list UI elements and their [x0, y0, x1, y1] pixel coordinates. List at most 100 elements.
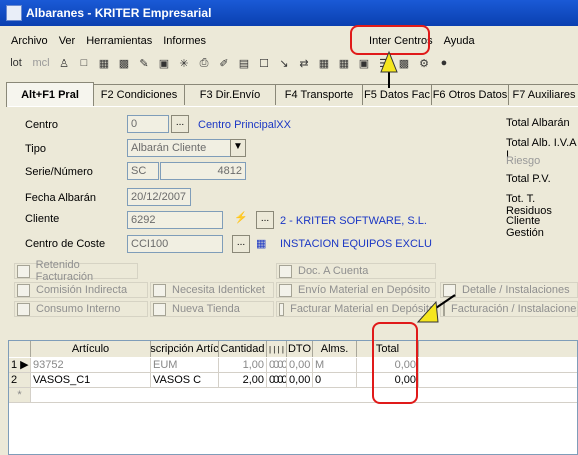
- bracket-icon[interactable]: □: [76, 55, 92, 71]
- cell-cantidad[interactable]: 2,00: [219, 373, 267, 387]
- comision-checkbox[interactable]: Comisión Indirecta: [14, 282, 148, 298]
- envio-deposito-checkbox[interactable]: Envío Material en Depósito: [276, 282, 436, 298]
- detalle-box: [443, 283, 456, 297]
- mcl-button[interactable]: mcl: [30, 55, 52, 71]
- necesita-box: [153, 283, 166, 297]
- facturacion-box: [443, 302, 445, 316]
- cliente-lookup-button[interactable]: ...: [256, 211, 274, 229]
- centro-lookup-button[interactable]: ...: [171, 115, 189, 133]
- lot-button[interactable]: lot: [6, 55, 26, 71]
- window-icon[interactable]: ▣: [356, 55, 372, 71]
- tipo-dropdown-button[interactable]: ▼: [230, 139, 246, 157]
- doc-cuenta-box: [279, 264, 292, 278]
- tab-condiciones[interactable]: F2 Condiciones: [93, 84, 185, 105]
- cell-cantidad[interactable]: 1,00: [219, 358, 267, 372]
- nueva-tienda-checkbox[interactable]: Nueva Tienda: [150, 301, 274, 317]
- serie-input[interactable]: SC: [127, 162, 159, 180]
- header-articulo[interactable]: Artículo: [31, 341, 151, 357]
- total-albaran-label: Total Albarán: [506, 117, 570, 129]
- centro-label: Centro: [25, 119, 59, 131]
- misc-icon[interactable]: ●: [436, 55, 452, 71]
- numero-input[interactable]: 4812: [160, 162, 246, 180]
- header-filler: [419, 341, 578, 357]
- arrow-icon[interactable]: ↘: [276, 55, 292, 71]
- fecha-input[interactable]: 20/12/2007: [127, 188, 191, 206]
- tab-otros-datos[interactable]: F6 Otros Datos: [431, 84, 509, 105]
- facturacion-checkbox[interactable]: Facturación / Instalaciones: [440, 301, 578, 317]
- tab-auxiliares[interactable]: F7 Auxiliares: [508, 84, 578, 105]
- coste-input[interactable]: CCI100: [127, 235, 223, 253]
- cell-mid: 0000: [269, 373, 287, 387]
- doc-cuenta-checkbox[interactable]: Doc. A Cuenta: [276, 263, 436, 279]
- tab-transporte[interactable]: F4 Transporte: [275, 84, 363, 105]
- header-descripcion[interactable]: scripción Artíc: [151, 341, 219, 357]
- doc-cuenta-label: Doc. A Cuenta: [298, 265, 369, 277]
- print-icon[interactable]: ⎙: [196, 55, 212, 71]
- consumo-checkbox[interactable]: Consumo Interno: [14, 301, 148, 317]
- grid-icon[interactable]: ▩: [116, 55, 132, 71]
- menu-archivo[interactable]: Archivo: [11, 35, 48, 47]
- header-alms[interactable]: Alms.: [313, 341, 357, 357]
- coste-lookup-button[interactable]: ...: [232, 235, 250, 253]
- cell-dto[interactable]: 0,00: [287, 373, 313, 387]
- calendar-grid-icon[interactable]: ▦: [256, 237, 266, 250]
- cell-descripcion[interactable]: EUM: [151, 358, 219, 372]
- preview-icon[interactable]: ▣: [156, 55, 172, 71]
- tipo-select[interactable]: Albarán Cliente: [127, 139, 235, 157]
- centro-input[interactable]: 0: [127, 115, 169, 133]
- box-icon[interactable]: ☐: [256, 55, 272, 71]
- comision-box: [17, 283, 30, 297]
- total-pv-label: Total P.V.: [506, 173, 551, 185]
- lines-grid[interactable]: Artículo scripción Artíc Cantidad | | | …: [8, 340, 578, 455]
- gear-icon[interactable]: ⚙: [416, 55, 432, 71]
- menu-ayuda[interactable]: Ayuda: [444, 35, 475, 47]
- header-mid-columns: | | | |: [267, 341, 287, 357]
- retenido-label: Retenido Facturación: [35, 259, 94, 283]
- star-icon[interactable]: ✳: [176, 55, 192, 71]
- cell-alms[interactable]: 0: [313, 373, 357, 387]
- menu-herramientas[interactable]: Herramientas: [86, 35, 152, 47]
- toolbar: lot mcl ♙ □ ▦ ▩ ✎ ▣ ✳ ⎙ ✐ ▤ ☐ ↘ ⇄ ▦ ▦ ▣ …: [0, 52, 578, 74]
- detalle-checkbox[interactable]: Detalle / Instalaciones: [440, 282, 578, 298]
- header-cantidad[interactable]: Cantidad: [219, 341, 267, 357]
- cell-articulo[interactable]: 93752: [31, 358, 151, 372]
- note-icon[interactable]: ▤: [236, 55, 252, 71]
- pencil-icon[interactable]: ✐: [216, 55, 232, 71]
- table-row[interactable]: 1 ▶ 93752 EUM 1,00 0000 0,00 M 0,00: [9, 358, 577, 373]
- tab-dir-envio[interactable]: F3 Dir.Envío: [184, 84, 276, 105]
- cell-mid: 0000: [269, 358, 287, 372]
- table-icon[interactable]: ▦: [96, 55, 112, 71]
- person-icon[interactable]: ♙: [56, 55, 72, 71]
- cell-articulo[interactable]: VASOS_C1: [31, 373, 151, 387]
- fecha-label: Fecha Albarán: [25, 192, 96, 204]
- cell-alms[interactable]: M: [313, 358, 357, 372]
- header-dto[interactable]: DTO: [287, 341, 313, 357]
- grid-header: Artículo scripción Artíc Cantidad | | | …: [9, 341, 577, 357]
- cell-descripcion[interactable]: VASOS C: [151, 373, 219, 387]
- retenido-checkbox[interactable]: Retenido Facturación: [14, 259, 138, 283]
- table-row[interactable]: 2 VASOS_C1 VASOS C 2,00 0000 0,00 0 0,00: [9, 373, 577, 388]
- new-row[interactable]: *: [9, 388, 577, 403]
- riesgo-label: Riesgo: [506, 155, 541, 167]
- coste-label: Centro de Coste: [25, 238, 106, 250]
- edit-icon[interactable]: ✎: [136, 55, 152, 71]
- main-panel: Centro 0 ... Centro PrincipalXX Tipo Alb…: [8, 106, 578, 327]
- chart-icon[interactable]: ▩: [396, 55, 412, 71]
- tab-pral[interactable]: Alt+F1 Pral: [6, 82, 94, 107]
- tab-datos-fac[interactable]: F5 Datos Fac: [362, 84, 432, 105]
- cell-dto[interactable]: 0,00: [287, 358, 313, 372]
- necesita-label: Necesita Identicket: [172, 284, 265, 296]
- grid2-icon[interactable]: ▦: [316, 55, 332, 71]
- cliente-input[interactable]: 6292: [127, 211, 223, 229]
- row-num: 2: [9, 373, 31, 387]
- menu-informes[interactable]: Informes: [163, 35, 206, 47]
- calendar-icon[interactable]: ▦: [336, 55, 352, 71]
- cliente-name: 2 - KRITER SOFTWARE, S.L.: [280, 215, 427, 227]
- necesita-checkbox[interactable]: Necesita Identicket: [150, 282, 274, 298]
- tree-icon[interactable]: ☰: [376, 55, 392, 71]
- sync-icon[interactable]: ⇄: [296, 55, 312, 71]
- facturar-deposito-checkbox[interactable]: Facturar Material en Depósito: [276, 301, 436, 317]
- lightning-icon[interactable]: ⚡: [234, 211, 248, 224]
- facturacion-label: Facturación / Instalaciones: [451, 303, 578, 315]
- menu-ver[interactable]: Ver: [59, 35, 76, 47]
